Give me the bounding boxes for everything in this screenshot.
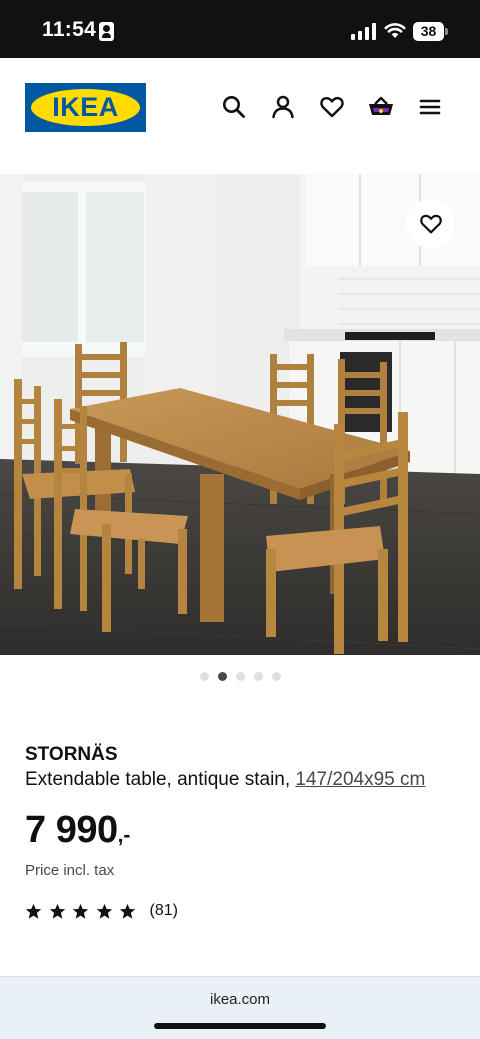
review-count[interactable]: (81) bbox=[150, 902, 178, 920]
wifi-icon bbox=[384, 21, 406, 39]
carousel-dot[interactable] bbox=[271, 672, 281, 681]
status-bar: 11:54 38 bbox=[0, 0, 480, 58]
product-description-text: Extendable table, antique stain, bbox=[25, 769, 291, 790]
star-icon bbox=[25, 903, 42, 919]
profile-icon[interactable] bbox=[270, 94, 296, 120]
product-image[interactable] bbox=[0, 174, 480, 655]
site-header: IKEA bbox=[0, 58, 480, 174]
heart-icon[interactable] bbox=[319, 94, 345, 120]
price-note: Price incl. tax bbox=[25, 862, 115, 879]
heart-outline-icon bbox=[419, 214, 442, 233]
product-measurement-link[interactable]: 147/204x95 cm bbox=[295, 769, 425, 790]
product-rating[interactable]: (81) bbox=[25, 901, 178, 921]
menu-icon[interactable] bbox=[418, 94, 444, 120]
dining-table-photo bbox=[0, 174, 480, 655]
star-icon bbox=[49, 903, 65, 919]
price-integer: 7 990 bbox=[25, 809, 118, 851]
status-time: 11:54 bbox=[42, 18, 97, 41]
ikea-logo[interactable]: IKEA bbox=[25, 83, 146, 132]
star-icon bbox=[119, 903, 136, 919]
carousel-dot[interactable] bbox=[199, 672, 209, 681]
carousel-dot-active[interactable] bbox=[217, 672, 227, 681]
search-icon[interactable] bbox=[221, 94, 247, 120]
star-icon bbox=[96, 903, 112, 919]
star-icon bbox=[72, 903, 89, 919]
contact-card-icon bbox=[99, 22, 114, 41]
carousel-dot[interactable] bbox=[253, 672, 263, 681]
cellular-signal-icon bbox=[351, 23, 377, 40]
battery-level: 38 bbox=[420, 23, 437, 39]
add-to-favourites-button[interactable] bbox=[406, 199, 455, 248]
product-price: 7 990,- bbox=[25, 809, 130, 852]
home-indicator[interactable] bbox=[154, 1023, 326, 1029]
browser-address-bar[interactable]: ikea.com bbox=[0, 976, 480, 1039]
price-suffix: ,- bbox=[117, 824, 131, 847]
logo-text: IKEA bbox=[52, 92, 119, 122]
carousel-indicator[interactable] bbox=[0, 668, 480, 681]
url-text[interactable]: ikea.com bbox=[0, 991, 480, 1008]
carousel-dot[interactable] bbox=[235, 672, 245, 681]
basket-icon[interactable] bbox=[367, 94, 393, 120]
product-name: STORNÄS bbox=[25, 744, 118, 765]
battery-icon: 38 bbox=[413, 22, 448, 41]
product-description: Extendable table, antique stain, 147/204… bbox=[25, 769, 425, 791]
